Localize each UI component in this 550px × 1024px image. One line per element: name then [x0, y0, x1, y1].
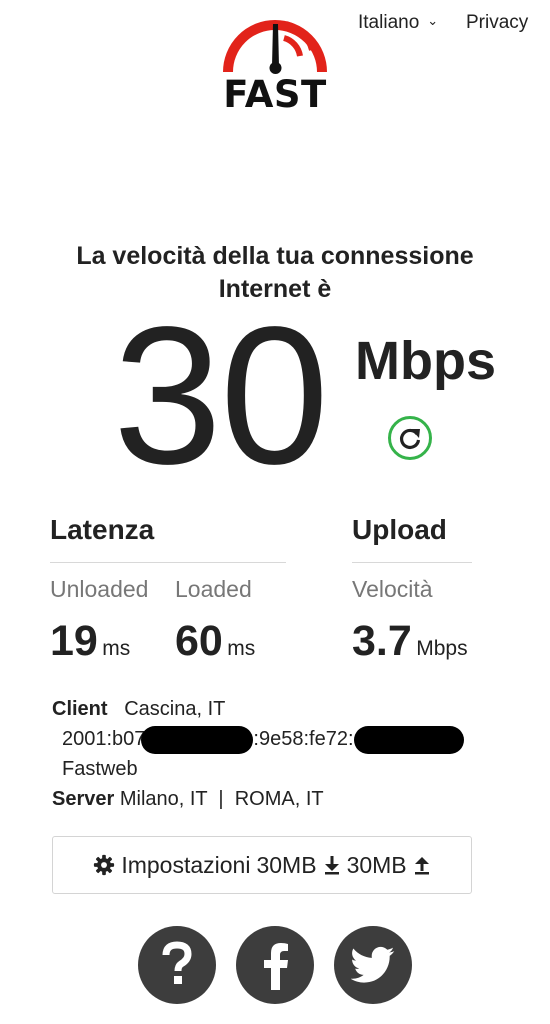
upload-title: Upload [352, 514, 447, 545]
upload-size: 30MB [346, 851, 407, 878]
language-selector[interactable]: Italiano ⌄ [358, 12, 438, 34]
twitter-icon [351, 946, 395, 983]
upload-value: 3.7 [352, 617, 412, 665]
connection-info: Client Cascina, IT 2001:b07 :9e58:fe72: F… [52, 694, 512, 814]
client-label: Client [52, 698, 108, 720]
help-button[interactable] [138, 926, 216, 1004]
gear-icon [94, 854, 115, 876]
chevron-down-icon: ⌄ [427, 13, 439, 28]
unloaded-label: Unloaded [50, 576, 149, 602]
upload-speed: 3.7 Mbps [352, 620, 468, 663]
upload-icon [414, 857, 429, 875]
speed-unit: Mbps [355, 331, 496, 391]
logo-wordmark: FAST [223, 73, 327, 116]
speed-value: 30 [112, 286, 329, 505]
upload-unit: Mbps [416, 637, 468, 660]
speedometer-icon [223, 20, 327, 74]
loaded-label: Loaded [175, 576, 252, 602]
redacted-block [353, 725, 464, 754]
upload-speed-label: Velocità [352, 576, 433, 602]
privacy-link[interactable]: Privacy [466, 12, 528, 34]
download-icon [324, 856, 339, 875]
redacted-block [141, 725, 254, 754]
client-isp: Fastweb [62, 758, 138, 780]
unloaded-latency: 19 ms [50, 620, 130, 663]
twitter-button[interactable] [334, 926, 412, 1004]
unloaded-unit: ms [102, 637, 131, 660]
server-row: Server Milano, IT | ROMA, IT [52, 784, 512, 814]
loaded-value: 60 [175, 617, 223, 665]
settings-button[interactable]: Impostazioni 30MB 30MB [52, 836, 472, 894]
unloaded-value: 19 [50, 617, 98, 665]
fast-logo[interactable]: FAST [218, 10, 332, 114]
language-label: Italiano [358, 12, 420, 33]
latency-title: Latenza [50, 514, 155, 545]
facebook-button[interactable] [236, 926, 314, 1004]
client-row: Client Cascina, IT [52, 694, 512, 724]
client-ip-prefix: 2001:b07 [62, 728, 146, 750]
client-ip-middle: :9e58:fe72: [253, 728, 354, 750]
help-icon [162, 941, 192, 984]
upload-divider [352, 562, 472, 563]
loaded-latency: 60 ms [175, 620, 255, 663]
refresh-icon [399, 428, 421, 450]
server-locations: Milano, IT | ROMA, IT [119, 788, 324, 810]
loaded-unit: ms [227, 637, 256, 660]
server-label: Server [52, 788, 115, 810]
settings-label: Impostazioni [121, 851, 251, 878]
client-ip-row: 2001:b07 :9e58:fe72: [52, 724, 512, 754]
facebook-icon [264, 943, 288, 990]
download-size: 30MB [256, 851, 317, 878]
client-location: Cascina, IT [124, 698, 226, 720]
refresh-button[interactable] [388, 416, 432, 460]
latency-divider [50, 562, 286, 563]
